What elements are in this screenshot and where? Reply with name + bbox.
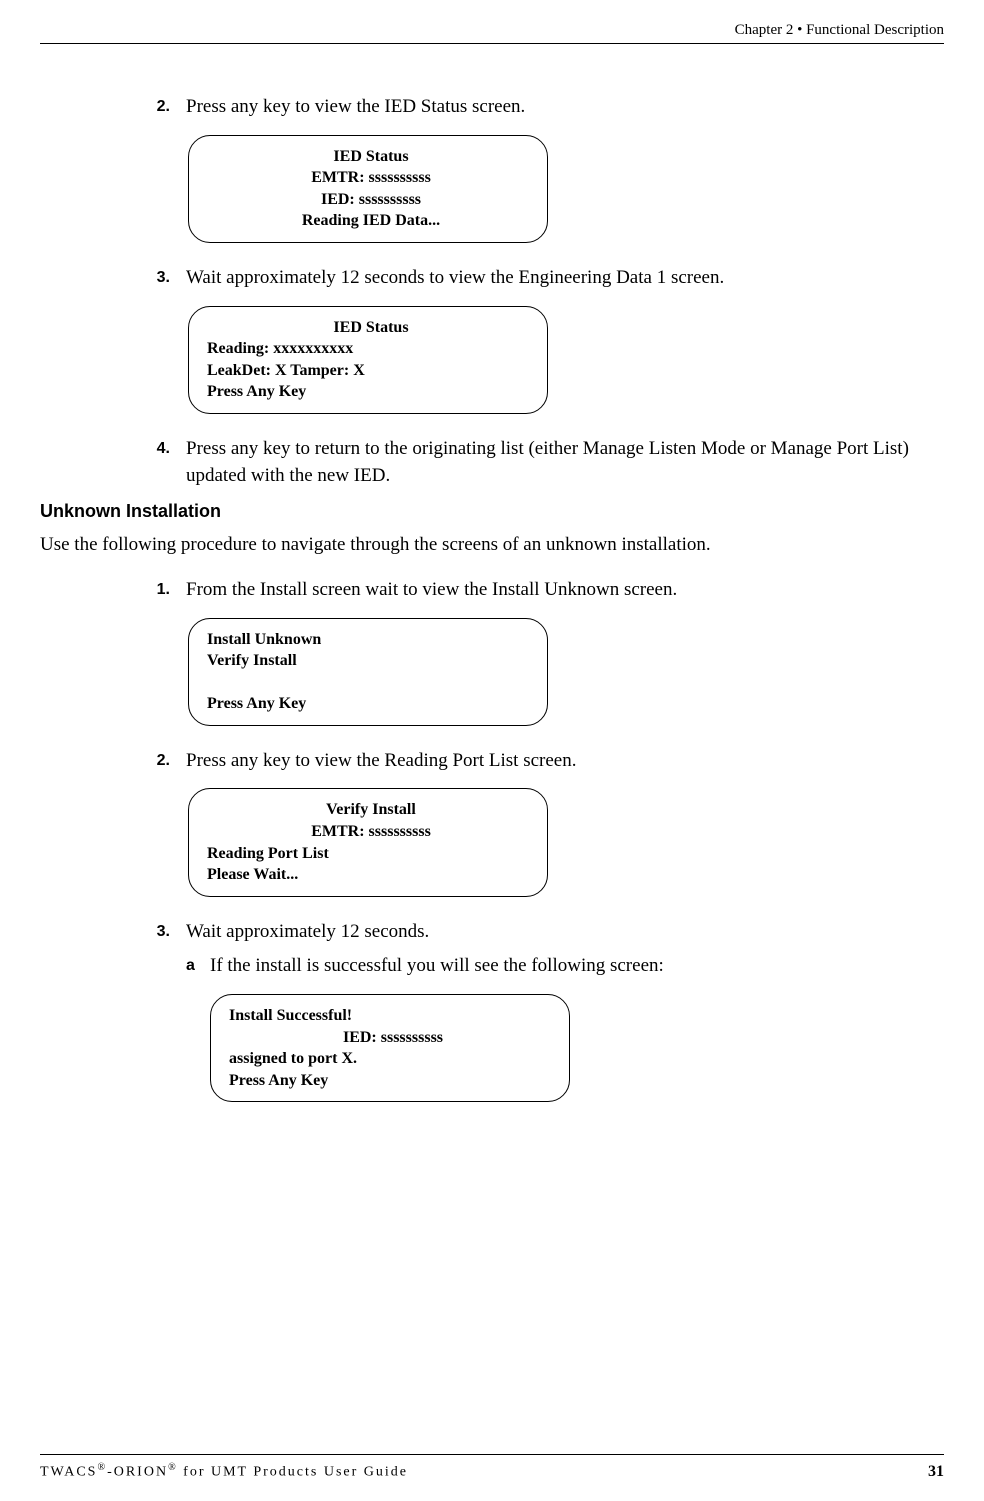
lcd-screen-verify-install: Verify Install EMTR: ssssssssss Reading … [188,788,548,896]
sub-step-text: If the install is successful you will se… [210,953,944,980]
sub-step-content: Install Successful! IED: ssssssssss assi… [130,994,944,1102]
step-number: 3. [130,265,186,292]
unknown-step-2: 2. Press any key to view the Reading Por… [130,748,944,775]
sub-step-a: a If the install is successful you will … [130,953,944,980]
step-4: 4. Press any key to return to the origin… [130,436,944,489]
subheading: Unknown Installation [40,499,944,524]
section-unknown-installation: Unknown Installation Use the following p… [40,499,944,559]
page-footer: TWACS®-ORION® for UMT Products User Guid… [40,1454,944,1483]
step-number: 2. [130,748,186,775]
step-text: Wait approximately 12 seconds. [186,919,944,946]
step-2: 2. Press any key to view the IED Status … [130,94,944,121]
step-text: Wait approximately 12 seconds to view th… [186,265,944,292]
unknown-step-3: 3. Wait approximately 12 seconds. [130,919,944,946]
lcd-screen-ied-status-1: IED Status EMTR: ssssssssss IED: sssssss… [188,135,548,243]
lcd-screen-ied-status-2: IED Status Reading: xxxxxxxxxx LeakDet: … [188,306,548,414]
lcd-line: EMTR: ssssssssss [207,821,535,843]
lcd-line: Install Unknown [207,629,535,651]
sub-step-label: a [186,953,210,980]
step-3: 3. Wait approximately 12 seconds to view… [130,265,944,292]
page-number: 31 [928,1461,944,1483]
page-header: Chapter 2 • Functional Description [40,20,944,44]
lcd-line: Reading Port List [207,843,535,865]
footer-orion: -ORION [107,1465,168,1480]
lcd-line: IED Status [207,146,535,168]
lcd-line: LeakDet: X Tamper: X [207,360,535,382]
intro-paragraph: Use the following procedure to navigate … [40,532,944,559]
lcd-line: Reading: xxxxxxxxxx [207,338,535,360]
lcd-line: Press Any Key [229,1070,557,1092]
lcd-line: assigned to port X. [229,1048,557,1070]
lcd-line: Press Any Key [207,381,535,403]
registered-icon: ® [168,1462,178,1473]
lcd-line: Verify Install [207,799,535,821]
content-area: 2. Press any key to view the IED Status … [40,94,944,1102]
step-number: 4. [130,436,186,489]
lcd-line: Verify Install [207,650,535,672]
lcd-screen-install-successful: Install Successful! IED: ssssssssss assi… [210,994,570,1102]
lcd-line: Press Any Key [207,693,535,715]
step-number: 3. [130,919,186,946]
step-number: 1. [130,577,186,604]
step-text: From the Install screen wait to view the… [186,577,944,604]
footer-suffix: for UMT Products User Guide [178,1465,408,1480]
registered-icon: ® [97,1462,107,1473]
lcd-line: IED Status [207,317,535,339]
step-text: Press any key to view the IED Status scr… [186,94,944,121]
chapter-label: Chapter 2 • Functional Description [735,22,944,38]
footer-product: TWACS®-ORION® for UMT Products User Guid… [40,1461,408,1482]
lcd-line: IED: ssssssssss [207,189,535,211]
lcd-line: Install Successful! [229,1005,557,1027]
footer-twacs: TWACS [40,1465,97,1480]
step-number: 2. [130,94,186,121]
lcd-line: Please Wait... [207,864,535,886]
lcd-line: Reading IED Data... [207,210,535,232]
page: Chapter 2 • Functional Description 2. Pr… [0,0,984,1501]
lcd-line [207,672,535,694]
lcd-line: EMTR: ssssssssss [207,167,535,189]
lcd-screen-install-unknown: Install Unknown Verify Install Press Any… [188,618,548,726]
lcd-line: IED: ssssssssss [229,1027,557,1049]
step-text: Press any key to view the Reading Port L… [186,748,944,775]
step-text: Press any key to return to the originati… [186,436,944,489]
unknown-step-1: 1. From the Install screen wait to view … [130,577,944,604]
